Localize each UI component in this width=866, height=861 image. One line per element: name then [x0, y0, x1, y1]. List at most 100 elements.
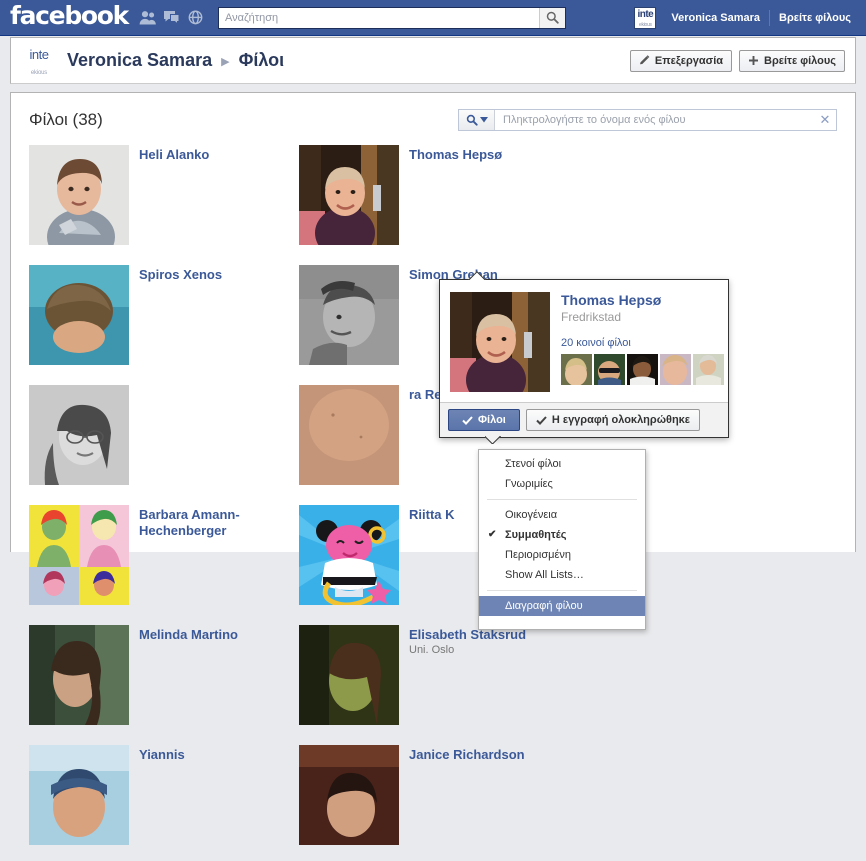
breadcrumb-avatar-text-secondary: ekious	[30, 69, 48, 76]
friend-name[interactable]: Melinda Martino	[139, 627, 238, 643]
menu-item-classmates[interactable]: Συμμαθητές	[479, 525, 645, 545]
page-title: Φίλοι	[238, 50, 285, 70]
caret-down-icon	[479, 117, 488, 123]
friends-icon[interactable]	[139, 10, 156, 25]
mutual-friend-avatar[interactable]	[627, 354, 658, 385]
friend-info: Melinda Martino	[129, 625, 238, 741]
search-input[interactable]	[219, 7, 539, 28]
mutual-friend-avatar[interactable]	[561, 354, 592, 385]
friends-status-button[interactable]: Φίλοι	[448, 409, 520, 431]
topbar-right-group: inte ekious Veronica Samara Βρείτε φίλου…	[634, 0, 866, 36]
friend-photo[interactable]	[29, 625, 129, 725]
friend-photo[interactable]	[29, 145, 129, 245]
hovercard-name[interactable]: Thomas Hepsø	[561, 292, 724, 308]
hovercard-location: Fredrikstad	[561, 310, 622, 324]
hovercard-body: Thomas Hepsø Fredrikstad 20 κοινοί φίλοι	[440, 280, 728, 402]
avatar-text-primary: inte	[637, 8, 654, 20]
friends-panel: Φίλοι (38) ✕	[10, 92, 856, 845]
friend-lists-dropdown-menu: Στενοί φίλοι Γνωριμίες Οικογένεια Συμμαθ…	[478, 449, 646, 630]
friend-name[interactable]: Barbara Amann-Hechenberger	[139, 507, 289, 539]
avatar[interactable]: inte ekious	[634, 6, 657, 29]
plus-icon	[749, 56, 759, 65]
friend-cell[interactable]: Heli Alanko	[29, 141, 299, 261]
menu-item-close-friends[interactable]: Στενοί φίλοι	[479, 454, 645, 474]
menu-item-unfriend[interactable]: Διαγραφή φίλου	[479, 596, 645, 616]
menu-item-family[interactable]: Οικογένεια	[479, 505, 645, 525]
friend-name[interactable]: Janice Richardson	[409, 747, 525, 763]
friend-name[interactable]: Riitta K	[409, 507, 455, 523]
global-search[interactable]	[218, 6, 566, 29]
hovercard-mutual-friend-thumbs	[561, 354, 724, 385]
friend-search-input[interactable]	[495, 114, 814, 126]
profile-name-link[interactable]: Veronica Samara	[662, 12, 769, 24]
hovercard-details: Thomas Hepsø Fredrikstad 20 κοινοί φίλοι	[550, 292, 724, 392]
chevron-right-icon: ▶	[221, 56, 230, 68]
friend-photo[interactable]	[299, 505, 399, 605]
friend-search-box[interactable]: ✕	[458, 109, 837, 131]
check-icon	[536, 415, 547, 425]
friend-photo[interactable]	[299, 385, 399, 485]
facebook-logo[interactable]: facebook	[10, 3, 129, 32]
friend-photo[interactable]	[29, 745, 129, 845]
add-friend-button[interactable]: Βρείτε φίλους	[739, 49, 845, 72]
menu-divider	[487, 590, 637, 591]
topbar-icon-group	[139, 10, 204, 25]
check-icon	[462, 415, 473, 425]
friend-info: Janice Richardson	[399, 745, 525, 861]
friend-info: Spiros Xenos	[129, 265, 222, 381]
find-friends-link[interactable]: Βρείτε φίλους	[770, 12, 860, 24]
close-icon[interactable]: ✕	[814, 112, 836, 128]
menu-divider	[487, 499, 637, 500]
friend-subtitle: Uni. Oslo	[409, 644, 455, 656]
friend-info: Elisabeth Staksrud Uni. Oslo	[399, 625, 526, 741]
friend-name[interactable]: Thomas Hepsø	[409, 147, 502, 163]
friend-photo[interactable]	[29, 265, 129, 365]
hovercard-actions: Φίλοι Η εγγραφή ολοκληρώθηκε	[440, 402, 728, 437]
hovercard-photo[interactable]	[450, 292, 550, 392]
mutual-friend-avatar[interactable]	[693, 354, 724, 385]
friend-photo[interactable]	[299, 265, 399, 365]
friend-hovercard: Thomas Hepsø Fredrikstad 20 κοινοί φίλοι	[439, 279, 729, 438]
breadcrumb-avatar-text-primary: inte	[29, 46, 49, 62]
friend-cell[interactable]: Melinda Martino	[29, 621, 299, 741]
friend-photo[interactable]	[29, 505, 129, 605]
friend-photo[interactable]	[299, 625, 399, 725]
friend-search-filter-button[interactable]	[459, 110, 495, 130]
friend-cell[interactable]: Barbara Amann-Hechenberger	[29, 501, 299, 621]
friend-cell[interactable]: Spiros Xenos	[29, 261, 299, 381]
friend-photo[interactable]	[29, 385, 129, 485]
mutual-friend-avatar[interactable]	[660, 354, 691, 385]
hovercard-mutual-friends-link[interactable]: 20 κοινοί φίλοι	[561, 337, 724, 349]
menu-item-acquaintances[interactable]: Γνωριμίες	[479, 474, 645, 494]
menu-footer-spacer	[479, 616, 645, 629]
friend-photo[interactable]	[299, 145, 399, 245]
breadcrumb-profile-name[interactable]: Veronica Samara	[67, 50, 212, 71]
menu-item-restricted[interactable]: Περιορισμένη	[479, 545, 645, 565]
menu-item-show-all-lists[interactable]: Show All Lists…	[479, 565, 645, 585]
breadcrumb-avatar[interactable]: inte ekious	[23, 44, 55, 77]
friend-info: Riitta K	[399, 505, 455, 621]
friend-name[interactable]: Spiros Xenos	[139, 267, 222, 283]
subscribed-button[interactable]: Η εγγραφή ολοκληρώθηκε	[525, 409, 701, 431]
friend-cell[interactable]: Yiannis	[29, 741, 299, 861]
messages-icon[interactable]	[163, 10, 180, 25]
notifications-icon[interactable]	[187, 10, 204, 25]
friend-name[interactable]: Heli Alanko	[139, 147, 209, 163]
friend-name[interactable]: Yiannis	[139, 747, 185, 763]
friend-cell[interactable]: Elisabeth Staksrud Uni. Oslo	[299, 621, 569, 741]
friends-count-title: Φίλοι (38)	[29, 110, 103, 129]
friend-cell[interactable]: Janice Richardson	[299, 741, 569, 861]
friends-panel-header: Φίλοι (38) ✕	[11, 93, 855, 137]
friends-status-button-label: Φίλοι	[478, 414, 506, 426]
edit-button-label: Επεξεργασία	[654, 54, 724, 67]
friend-cell[interactable]	[29, 381, 299, 501]
friends-grid: Heli Alanko Thomas Hepsø Spiros Xenos Si…	[11, 137, 855, 861]
search-icon[interactable]	[539, 7, 565, 28]
friend-info: Yiannis	[129, 745, 185, 861]
hovercard-pointer-up	[468, 271, 486, 280]
friend-cell[interactable]: Thomas Hepsø	[299, 141, 569, 261]
friend-photo[interactable]	[299, 745, 399, 845]
edit-button[interactable]: Επεξεργασία	[629, 49, 733, 72]
friend-info	[129, 385, 139, 501]
mutual-friend-avatar[interactable]	[594, 354, 625, 385]
